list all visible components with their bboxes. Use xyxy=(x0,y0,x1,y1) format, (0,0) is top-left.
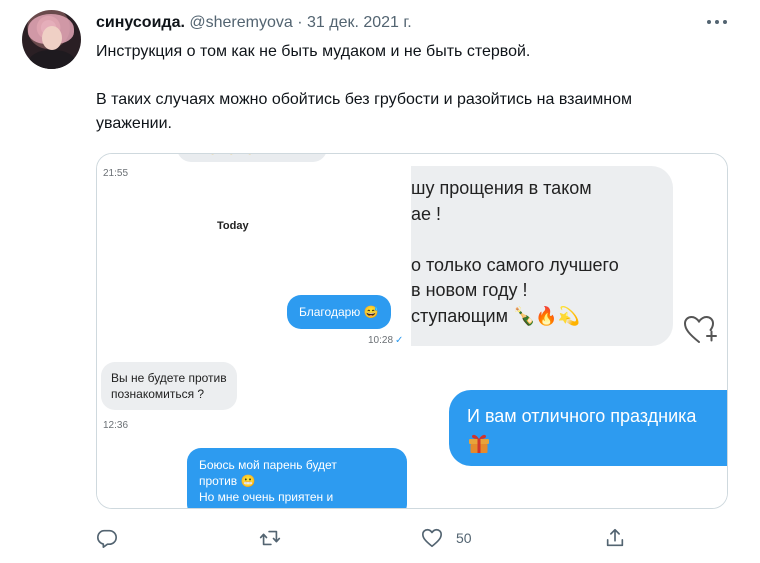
chat-time: 21:55 xyxy=(103,168,129,179)
chat-bubble-incoming: Вы не будете против познакомиться ? xyxy=(101,362,237,410)
like-count: 50 xyxy=(456,530,472,546)
retweet-button[interactable] xyxy=(259,525,281,551)
chat-bubble-text: Благодарю 😅 xyxy=(299,305,379,319)
avatar-body xyxy=(28,50,76,69)
heart-plus-icon xyxy=(683,315,717,343)
chat-bubble-outgoing: Боюсь мой парень будет против 😬 Но мне о… xyxy=(187,448,407,508)
author-name[interactable]: синусоида. xyxy=(96,14,185,31)
chat-bubble-text: в новом году ! xyxy=(411,280,528,300)
header-separator: · xyxy=(297,14,303,31)
author-handle[interactable]: @sheremyova xyxy=(189,14,292,31)
tweet-text-line: уважении. xyxy=(96,115,172,132)
chat-bubble-text: о только самого лучшего xyxy=(411,254,619,275)
retweet-icon xyxy=(259,530,281,546)
tweet-header: синусоида. @sheremyova · 31 дек. 2021 г. xyxy=(96,13,412,33)
day-divider: Today xyxy=(217,220,249,232)
tweet-text: Инструкция о том как не быть мудаком и н… xyxy=(96,40,736,136)
more-icon[interactable] xyxy=(707,20,729,28)
chat-bubble-text: Вы не будете против xyxy=(111,371,227,385)
chat-bubble-text: познакомиться ? xyxy=(111,387,205,401)
chat-bubble-text: ступающим 🍾🔥💫 xyxy=(411,305,581,326)
chat-bubble-outgoing: Благодарю 😅 xyxy=(287,295,391,329)
tweet-media[interactable]: ● ● ● 21:55 Today Благодарю 😅 10:28✓ Вы … xyxy=(96,153,728,509)
chat-bubble-text-block: шу прощения в таком ае ! о только самого… xyxy=(411,176,619,329)
chat-screenshot-left: ● ● ● 21:55 Today Благодарю 😅 10:28✓ Вы … xyxy=(97,154,411,508)
tweet[interactable]: синусоида. @sheremyova · 31 дек. 2021 г.… xyxy=(0,0,760,563)
avatar[interactable] xyxy=(22,10,81,69)
tweet-actions: 50 xyxy=(96,525,736,551)
chat-time: 10:28 ✓ xyxy=(368,335,404,346)
share-icon xyxy=(606,528,624,547)
like-icon xyxy=(422,528,442,548)
tweet-date[interactable]: 31 дек. 2021 г. xyxy=(307,14,412,31)
chat-bubble-text: ае ! xyxy=(411,203,442,224)
tweet-text-line: Инструкция о том как не быть мудаком и н… xyxy=(96,43,531,60)
chat-screenshot-right: шу прощения в таком ае ! о только самого… xyxy=(411,154,727,508)
reply-icon xyxy=(97,529,117,548)
like-button[interactable]: 50 xyxy=(421,525,472,551)
avatar-face xyxy=(42,26,62,50)
reply-button[interactable] xyxy=(96,525,118,551)
gift-icon xyxy=(469,434,489,453)
read-check-icon: ✓ xyxy=(395,335,404,346)
chat-bubble-text: Но мне очень приятен и xyxy=(199,490,334,504)
chat-time: 12:36 xyxy=(103,420,129,431)
share-button[interactable] xyxy=(604,525,626,551)
chat-bubble-text: против 😬 xyxy=(199,474,256,488)
chat-bubble-outgoing xyxy=(449,390,727,466)
chat-bubble-text: шу прощения в таком xyxy=(411,178,592,198)
tweet-text-line: В таких случаях можно обойтись без грубо… xyxy=(96,91,633,108)
chat-bubble-text: Боюсь мой парень будет xyxy=(199,458,337,472)
chat-bubble-cut: ● ● ● xyxy=(177,154,327,162)
chat-bubble-text: И вам отличного праздника xyxy=(467,406,697,426)
